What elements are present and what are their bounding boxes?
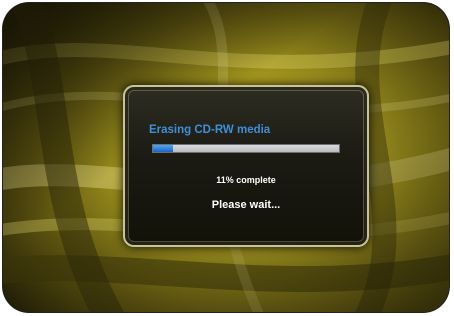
progress-bar-fill	[153, 145, 174, 152]
dialog-title: Erasing CD-RW media	[149, 124, 271, 136]
progress-percent-label: 11% complete	[216, 175, 276, 185]
status-message: Please wait...	[211, 199, 281, 211]
progress-dialog: Erasing CD-RW media 11% complete Please …	[123, 85, 369, 247]
screen: Erasing CD-RW media 11% complete Please …	[3, 3, 449, 312]
progress-bar	[152, 144, 340, 153]
